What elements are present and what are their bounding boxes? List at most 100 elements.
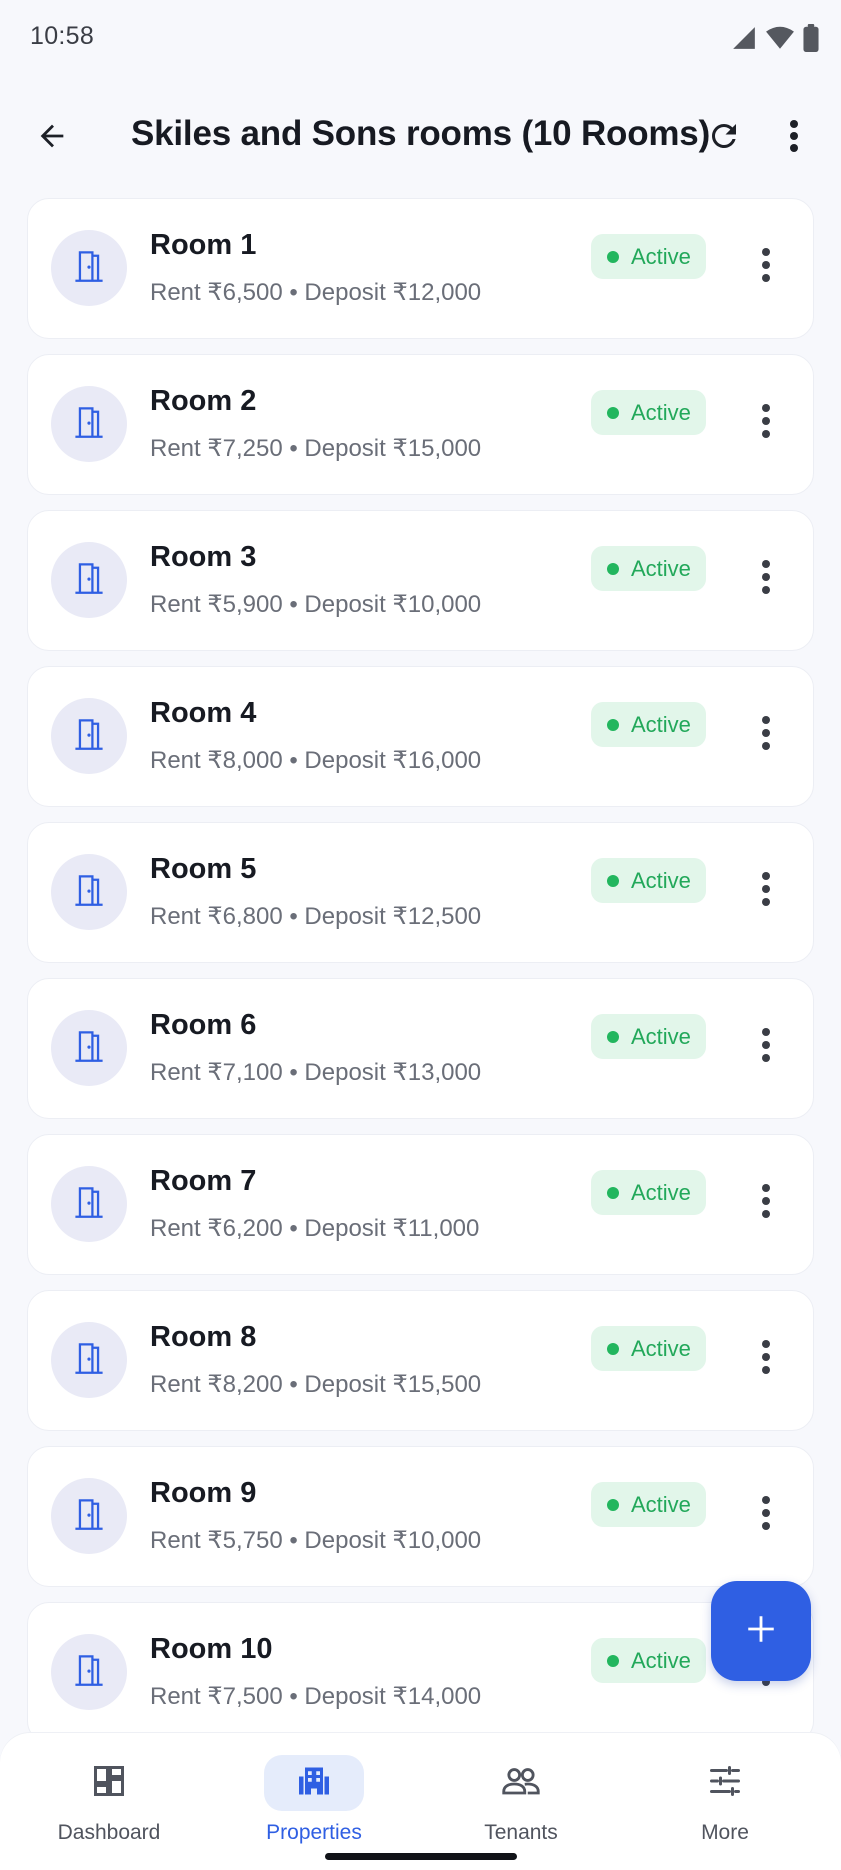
room-card[interactable]: Room 2 Rent ₹7,250 • Deposit ₹15,000 Activ… [27, 354, 814, 495]
room-menu-button[interactable] [744, 395, 788, 451]
room-name: Room 3 [150, 541, 257, 573]
wifi-icon [765, 25, 795, 56]
room-menu-button[interactable] [744, 1175, 788, 1231]
room-card[interactable]: Room 6 Rent ₹7,100 • Deposit ₹13,000 Activ… [27, 978, 814, 1119]
bottom-navigation: Dashboard Properties Tenants More [0, 1733, 841, 1870]
more-vert-icon [761, 403, 771, 444]
status-text: Active [631, 1647, 691, 1673]
room-name: Room 6 [150, 1009, 257, 1041]
room-name: Room 4 [150, 697, 257, 729]
room-menu-button[interactable] [744, 707, 788, 763]
status-badge: Active [591, 1326, 706, 1371]
status-badge: Active [591, 546, 706, 591]
refresh-button[interactable] [696, 110, 752, 166]
room-menu-button[interactable] [744, 1019, 788, 1075]
status-badge: Active [591, 1638, 706, 1683]
status-text: Active [631, 1179, 691, 1205]
more-vert-icon [789, 119, 799, 158]
status-text: Active [631, 555, 691, 581]
room-card[interactable]: Room 9 Rent ₹5,750 • Deposit ₹10,000 Activ… [27, 1446, 814, 1587]
room-rent-deposit: Rent ₹7,500 • Deposit ₹14,000 [150, 1683, 482, 1710]
plus-icon [744, 1612, 778, 1651]
room-rent-deposit: Rent ₹7,250 • Deposit ₹15,000 [150, 435, 482, 462]
room-rent-deposit: Rent ₹6,500 • Deposit ₹12,000 [150, 279, 482, 306]
nav-item-dashboard[interactable]: Dashboard [24, 1743, 194, 1844]
home-indicator [325, 1853, 517, 1860]
room-rent-deposit: Rent ₹5,750 • Deposit ₹10,000 [150, 1527, 482, 1554]
room-rent-deposit: Rent ₹8,200 • Deposit ₹15,500 [150, 1371, 482, 1398]
battery-icon [803, 24, 819, 57]
page-title: Skiles and Sons rooms (10 Rooms) [131, 114, 711, 153]
door-icon [74, 405, 104, 444]
more-vert-icon [761, 559, 771, 600]
room-avatar [51, 1166, 127, 1242]
room-avatar [51, 1010, 127, 1086]
room-name: Room 2 [150, 385, 257, 417]
nav-item-more[interactable]: More [640, 1743, 810, 1844]
more-vert-icon [761, 871, 771, 912]
more-vert-icon [761, 1495, 771, 1536]
add-room-button[interactable] [711, 1581, 811, 1681]
more-vert-icon [761, 1027, 771, 1068]
room-avatar [51, 854, 127, 930]
refresh-icon [706, 118, 742, 159]
status-dot [607, 718, 619, 731]
status-badge: Active [591, 858, 706, 903]
room-card[interactable]: Room 10 Rent ₹7,500 • Deposit ₹14,000 Acti… [27, 1602, 814, 1733]
signal-icon [731, 25, 757, 56]
more-vert-icon [761, 1183, 771, 1224]
status-icons [731, 24, 819, 57]
room-menu-button[interactable] [744, 551, 788, 607]
status-text: Active [631, 243, 691, 269]
room-rent-deposit: Rent ₹5,900 • Deposit ₹10,000 [150, 591, 482, 618]
door-icon [74, 1185, 104, 1224]
room-card[interactable]: Room 8 Rent ₹8,200 • Deposit ₹15,500 Activ… [27, 1290, 814, 1431]
room-name: Room 5 [150, 853, 257, 885]
room-menu-button[interactable] [744, 863, 788, 919]
nav-label: Properties [266, 1821, 362, 1844]
nav-item-tenants[interactable]: Tenants [436, 1743, 606, 1844]
status-dot [607, 1342, 619, 1355]
room-name: Room 7 [150, 1165, 257, 1197]
screen: 10:58 Skiles and Sons rooms (10 Rooms) R… [0, 0, 841, 1870]
room-card[interactable]: Room 5 Rent ₹6,800 • Deposit ₹12,500 Activ… [27, 822, 814, 963]
status-badge: Active [591, 702, 706, 747]
overflow-menu-button[interactable] [766, 110, 822, 166]
app-bar: Skiles and Sons rooms (10 Rooms) [0, 96, 841, 176]
room-card[interactable]: Room 3 Rent ₹5,900 • Deposit ₹10,000 Activ… [27, 510, 814, 651]
room-name: Room 9 [150, 1477, 257, 1509]
status-badge: Active [591, 1014, 706, 1059]
room-name: Room 8 [150, 1321, 257, 1353]
status-dot [607, 1030, 619, 1043]
building-icon [296, 1763, 332, 1804]
room-menu-button[interactable] [744, 239, 788, 295]
status-dot [607, 562, 619, 575]
back-button[interactable] [24, 110, 80, 166]
room-avatar [51, 698, 127, 774]
room-avatar [51, 542, 127, 618]
nav-item-properties[interactable]: Properties [229, 1743, 399, 1844]
door-icon [74, 717, 104, 756]
people-icon [501, 1763, 541, 1804]
room-card[interactable]: Room 4 Rent ₹8,000 • Deposit ₹16,000 Activ… [27, 666, 814, 807]
status-time: 10:58 [30, 22, 95, 50]
room-avatar [51, 386, 127, 462]
room-avatar [51, 230, 127, 306]
status-badge: Active [591, 1482, 706, 1527]
status-text: Active [631, 1023, 691, 1049]
status-dot [607, 1498, 619, 1511]
room-card[interactable]: Room 1 Rent ₹6,500 • Deposit ₹12,000 Activ… [27, 198, 814, 339]
door-icon [74, 1497, 104, 1536]
room-card[interactable]: Room 7 Rent ₹6,200 • Deposit ₹11,000 Activ… [27, 1134, 814, 1275]
room-list: Room 1 Rent ₹6,500 • Deposit ₹12,000 Activ… [27, 198, 814, 1733]
status-text: Active [631, 1491, 691, 1517]
door-icon [74, 249, 104, 288]
status-dot [607, 250, 619, 263]
room-menu-button[interactable] [744, 1331, 788, 1387]
room-name: Room 10 [150, 1633, 273, 1665]
door-icon [74, 1653, 104, 1692]
room-menu-button[interactable] [744, 1487, 788, 1543]
dashboard-icon [91, 1763, 127, 1804]
door-icon [74, 873, 104, 912]
status-badge: Active [591, 234, 706, 279]
